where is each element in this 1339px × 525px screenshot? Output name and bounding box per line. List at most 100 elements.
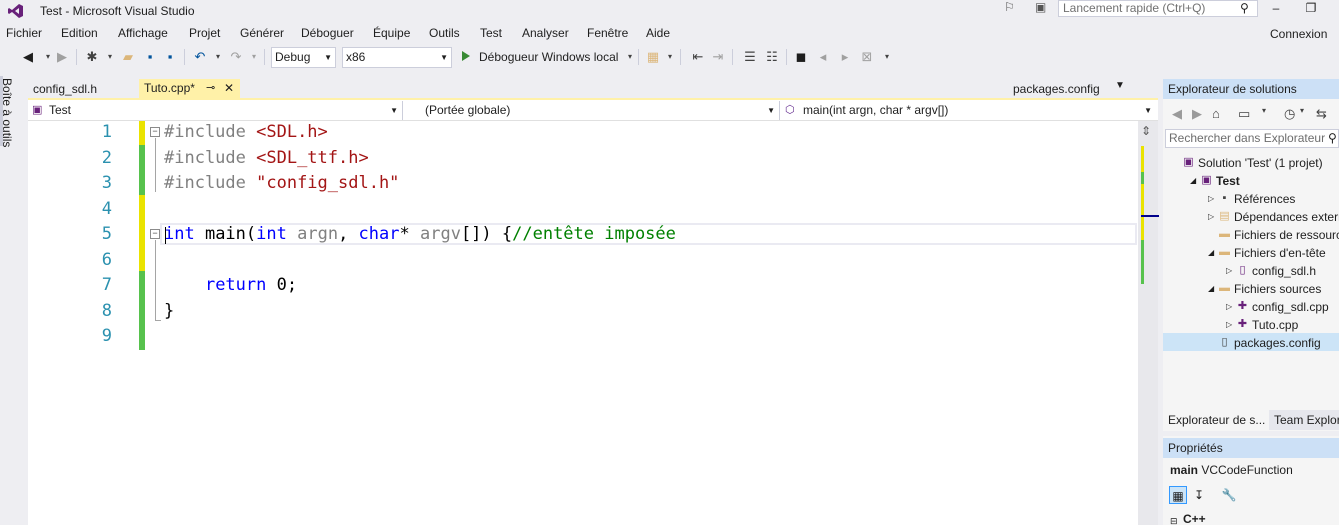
tree-project-test[interactable]: Test [1216,174,1240,188]
tree-header-files[interactable]: Fichiers d'en-tête [1234,246,1326,260]
undo-icon[interactable]: ↶ [192,49,208,65]
collapse-arrow-icon[interactable]: ◢ [1208,248,1214,257]
close-icon[interactable]: ✕ [224,79,234,98]
solution-platform-select[interactable]: x86 ▼ [342,47,452,68]
menu-view[interactable]: Affichage [118,26,168,40]
tree-external-deps[interactable]: Dépendances externes [1234,210,1339,224]
back-icon[interactable]: ◀ [20,49,36,65]
pin-icon[interactable]: ⊸ [206,79,215,98]
menu-project[interactable]: Projet [189,26,220,40]
dropdown-icon[interactable]: ▾ [1300,106,1304,115]
expand-category-icon[interactable]: ⊟ [1170,516,1178,525]
previous-bookmark-icon[interactable]: ◂ [815,49,831,65]
menu-analyze[interactable]: Analyser [522,26,569,40]
back-icon[interactable]: ◀ [1172,106,1182,122]
collapse-region-toggle[interactable]: − [150,229,160,239]
comment-lines-icon[interactable]: ☰ [742,49,758,65]
split-window-icon[interactable]: ⇕ [1141,124,1151,138]
save-all-icon[interactable]: ▪ [162,49,178,65]
menu-team[interactable]: Équipe [373,26,410,40]
notifications-icon[interactable]: ▣ [1035,0,1046,14]
search-icon[interactable]: ⚲ [1328,131,1337,145]
clear-bookmarks-icon[interactable]: ⊠ [859,49,875,65]
dropdown-icon[interactable]: ▾ [210,49,226,65]
code-line[interactable]: #include "config_sdl.h" [164,173,399,193]
menu-window[interactable]: Fenêtre [587,26,628,40]
new-project-icon[interactable]: ✱ [84,49,100,65]
minimize-button[interactable]: – [1262,0,1290,18]
tree-tuto-cpp[interactable]: Tuto.cpp [1252,318,1298,332]
tree-resource-files[interactable]: Fichiers de ressources [1234,228,1339,242]
tree-references[interactable]: Références [1234,192,1295,206]
tab-config-sdl-h[interactable]: config_sdl.h [28,80,138,98]
redo-icon[interactable]: ↷ [228,49,244,65]
save-icon[interactable]: ▪ [142,49,158,65]
feedback-icon[interactable]: ⚐ [1004,0,1015,14]
menu-test[interactable]: Test [480,26,502,40]
dropdown-icon[interactable]: ▾ [102,49,118,65]
dropdown-icon[interactable]: ▾ [246,49,262,65]
collapse-arrow-icon[interactable]: ◢ [1190,176,1196,185]
categorized-icon[interactable]: ▦ [1169,486,1187,504]
tree-solution[interactable]: Solution 'Test' (1 projet) [1198,156,1323,170]
tree-source-files[interactable]: Fichiers sources [1234,282,1321,296]
next-bookmark-icon[interactable]: ⇥ [710,49,726,65]
code-line[interactable]: } [164,301,174,321]
uncomment-lines-icon[interactable]: ☷ [764,49,780,65]
toolbox-tab[interactable]: Boîte à outils [0,78,14,147]
expand-arrow-icon[interactable]: ▷ [1226,320,1232,329]
property-pages-icon[interactable]: 🔧 [1220,486,1238,504]
tab-team-explorer[interactable]: Team Explorer [1269,410,1339,430]
next-bookmark-folder-icon[interactable]: ▸ [837,49,853,65]
code-line[interactable]: int main(int argn, char* argv[]) {//entê… [164,224,676,244]
restore-button[interactable]: ❐ [1297,0,1325,18]
dropdown-icon[interactable]: ▾ [1262,106,1266,115]
menu-debug[interactable]: Déboguer [301,26,354,40]
toolbar-overflow-icon[interactable]: ▾ [879,49,895,65]
find-in-files-icon[interactable]: ▦ [645,49,661,65]
collapse-region-toggle[interactable]: − [150,127,160,137]
forward-icon[interactable]: ▶ [54,49,70,65]
forward-icon[interactable]: ▶ [1192,106,1202,122]
tab-list-dropdown-icon[interactable]: ▼ [1115,80,1125,91]
menu-help[interactable]: Aide [646,26,670,40]
solution-search-input[interactable]: Rechercher dans Explorateur [1165,129,1339,148]
toggle-bookmark-icon[interactable]: ⇤ [690,49,706,65]
menu-build[interactable]: Générer [240,26,284,40]
code-line[interactable]: return 0; [164,275,297,295]
search-icon[interactable]: ⚲ [1240,1,1249,15]
properties-object-selector[interactable]: main VCCodeFunction [1170,463,1293,477]
open-folder-icon[interactable]: ▰ [120,49,136,65]
tree-config-sdl-h[interactable]: config_sdl.h [1252,264,1316,278]
menu-edit[interactable]: Edition [61,26,98,40]
expand-arrow-icon[interactable]: ▷ [1226,266,1232,275]
tab-tuto-cpp[interactable]: Tuto.cpp* ⊸ ✕ [139,79,240,98]
tab-packages-config-preview[interactable]: packages.config [1013,82,1100,96]
tree-packages-config[interactable]: packages.config [1234,336,1321,350]
quick-launch-input[interactable]: Lancement rapide (Ctrl+Q) [1058,0,1258,17]
bookmark-icon[interactable]: ◼ [793,49,809,65]
expand-arrow-icon[interactable]: ▷ [1208,212,1214,221]
tree-config-sdl-cpp[interactable]: config_sdl.cpp [1252,300,1329,314]
dropdown-icon[interactable]: ▾ [622,49,638,65]
home-icon[interactable]: ⌂ [1212,106,1220,121]
start-debugger-button[interactable]: Débogueur Windows local [479,50,618,64]
play-icon[interactable] [462,51,470,61]
solution-configuration-select[interactable]: Debug ▼ [271,47,336,68]
menu-tools[interactable]: Outils [429,26,460,40]
code-line[interactable]: #include <SDL_ttf.h> [164,148,369,168]
project-dropdown[interactable]: ▣ Test ▼ [30,101,403,120]
code-line[interactable]: #include <SDL.h> [164,122,328,142]
menu-file[interactable]: Fichier [6,26,42,40]
switch-views-icon[interactable]: ▭ [1238,106,1250,122]
alphabetical-icon[interactable]: ↧ [1190,486,1208,504]
member-dropdown[interactable]: ⬡ main(int argn, char * argv[]) ▼ [782,101,1158,120]
sign-in-link[interactable]: Connexion [1270,27,1327,41]
pending-changes-icon[interactable]: ◷ [1284,106,1295,122]
expand-arrow-icon[interactable]: ▷ [1208,194,1214,203]
collapse-arrow-icon[interactable]: ◢ [1208,284,1214,293]
tab-solution-explorer[interactable]: Explorateur de s... [1163,410,1266,430]
dropdown-icon[interactable]: ▾ [662,49,678,65]
sync-icon[interactable]: ⇆ [1316,106,1327,122]
scope-dropdown[interactable]: (Portée globale) ▼ [405,101,780,120]
